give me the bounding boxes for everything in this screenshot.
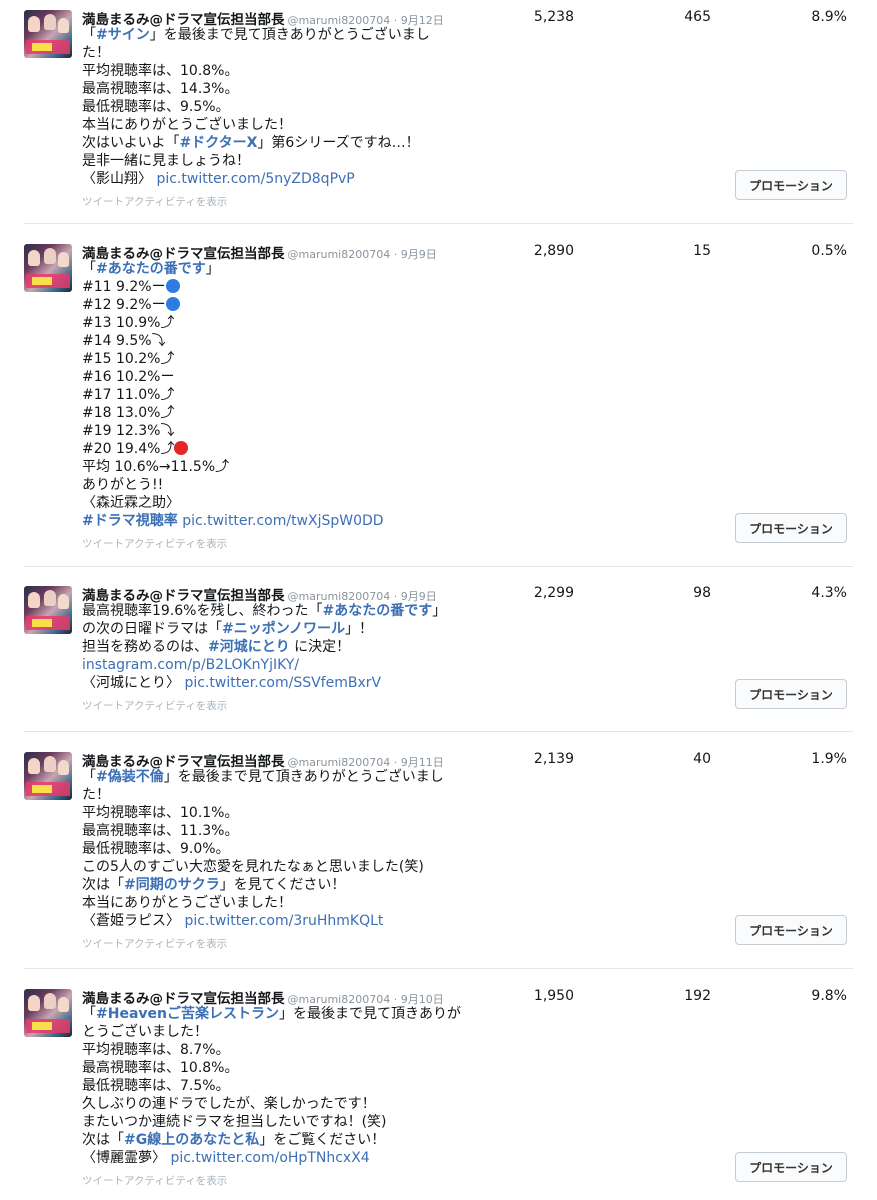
tweet-activity-link[interactable]: ツイートアクティビティを表示	[82, 698, 227, 713]
tweet-text: 「#Heavenご苦楽レストラン」を最後まで見て頂きありが とうございました！ 平均…	[82, 1006, 461, 1166]
tweet-text: 「#偽装不倫」を最後まで見て頂きありがとうございまし た！ 平均視聴率は、10.1%…	[82, 769, 444, 929]
hashtag-link[interactable]: #ドクターX	[179, 135, 257, 151]
row-divider	[24, 566, 853, 567]
engagements-count: 98	[693, 585, 711, 601]
promote-button[interactable]: プロモーション	[735, 679, 847, 709]
blue-circle-icon	[165, 279, 180, 293]
blue-circle-icon	[165, 297, 180, 311]
hashtag-link[interactable]: #ニッポンノワール	[222, 621, 345, 637]
hashtag-link[interactable]: #同期のサクラ	[124, 877, 220, 893]
engagements-count: 15	[693, 243, 711, 259]
avatar[interactable]	[24, 752, 72, 800]
impressions-count: 1,950	[533, 988, 574, 1004]
row-divider	[24, 731, 853, 732]
promote-button[interactable]: プロモーション	[735, 1152, 847, 1182]
tweet-text: 最高視聴率19.6%を残し、終わった「#あなたの番です」 の次の日曜ドラマは「#ニ…	[82, 603, 447, 691]
avatar[interactable]	[24, 989, 72, 1037]
url-link[interactable]: pic.twitter.com/oHpTNhcxX4	[170, 1150, 369, 1166]
avatar[interactable]	[24, 244, 72, 292]
tweet-text: 「#あなたの番です」 #11 9.2%ー #12 9.2%ー #13 10.9%⤴ #1…	[82, 261, 384, 529]
impressions-count: 2,139	[533, 751, 574, 767]
tweet-header: 満島まるみ@ドラマ宣伝担当部長 @marumi8200704 · 9月9日	[82, 584, 437, 604]
avatar[interactable]	[24, 10, 72, 58]
tweet-row: 満島まるみ@ドラマ宣伝担当部長 @marumi8200704 · 9月12日 「#サ…	[0, 4, 877, 208]
hashtag-link[interactable]: #あなたの番です	[96, 261, 206, 277]
url-link[interactable]: instagram.com/p/B2LOKnYjIKY/	[82, 657, 299, 673]
engagements-count: 465	[684, 9, 711, 25]
hashtag-link[interactable]: #ドラマ視聴率	[82, 513, 178, 529]
engagement-rate: 8.9%	[811, 9, 847, 25]
impressions-count: 2,890	[533, 243, 574, 259]
tweet-activity-link[interactable]: ツイートアクティビティを表示	[82, 936, 227, 951]
impressions-count: 5,238	[533, 9, 574, 25]
tweet-text: 「#サイン」を最後まで見て頂きありがとうございまし た！ 平均視聴率は、10.8%。…	[82, 27, 430, 187]
red-circle-icon	[174, 441, 189, 455]
promote-button[interactable]: プロモーション	[735, 915, 847, 945]
row-divider	[24, 968, 853, 969]
hashtag-link[interactable]: #G線上のあなたと私	[124, 1132, 259, 1148]
hashtag-link[interactable]: #サイン	[96, 27, 150, 43]
engagement-rate: 0.5%	[811, 243, 847, 259]
url-link[interactable]: pic.twitter.com/5nyZD8qPvP	[156, 171, 354, 187]
tweet-header: 満島まるみ@ドラマ宣伝担当部長 @marumi8200704 · 9月10日	[82, 987, 444, 1007]
tweet-header: 満島まるみ@ドラマ宣伝担当部長 @marumi8200704 · 9月11日	[82, 750, 444, 770]
promote-button[interactable]: プロモーション	[735, 170, 847, 200]
tweet-row: 満島まるみ@ドラマ宣伝担当部長 @marumi8200704 · 9月10日 「#H…	[0, 983, 877, 1187]
hashtag-link[interactable]: #Heavenご苦楽レストラン	[96, 1006, 279, 1022]
engagements-count: 40	[693, 751, 711, 767]
url-link[interactable]: pic.twitter.com/3ruHhmKQLt	[184, 913, 383, 929]
url-link[interactable]: pic.twitter.com/twXjSpW0DD	[182, 513, 383, 529]
tweet-row: 満島まるみ@ドラマ宣伝担当部長 @marumi8200704 · 9月9日 「#あな…	[0, 238, 877, 550]
engagement-rate: 9.8%	[811, 988, 847, 1004]
hashtag-link[interactable]: #あなたの番です	[322, 603, 432, 619]
tweet-activity-link[interactable]: ツイートアクティビティを表示	[82, 194, 227, 209]
hashtag-link[interactable]: #河城にとり	[208, 639, 290, 655]
row-divider	[24, 223, 853, 224]
tweet-activity-link[interactable]: ツイートアクティビティを表示	[82, 1173, 227, 1188]
hashtag-link[interactable]: #偽装不倫	[96, 769, 164, 785]
tweet-row: 満島まるみ@ドラマ宣伝担当部長 @marumi8200704 · 9月11日 「#偽…	[0, 746, 877, 950]
engagements-count: 192	[684, 988, 711, 1004]
tweet-header: 満島まるみ@ドラマ宣伝担当部長 @marumi8200704 · 9月9日	[82, 242, 437, 262]
tweet-row: 満島まるみ@ドラマ宣伝担当部長 @marumi8200704 · 9月9日 最高視聴…	[0, 580, 877, 712]
engagement-rate: 1.9%	[811, 751, 847, 767]
tweet-header: 満島まるみ@ドラマ宣伝担当部長 @marumi8200704 · 9月12日	[82, 8, 444, 28]
avatar[interactable]	[24, 586, 72, 634]
impressions-count: 2,299	[533, 585, 574, 601]
tweet-activity-link[interactable]: ツイートアクティビティを表示	[82, 536, 227, 551]
promote-button[interactable]: プロモーション	[735, 513, 847, 543]
engagement-rate: 4.3%	[811, 585, 847, 601]
url-link[interactable]: pic.twitter.com/SSVfemBxrV	[184, 675, 381, 691]
